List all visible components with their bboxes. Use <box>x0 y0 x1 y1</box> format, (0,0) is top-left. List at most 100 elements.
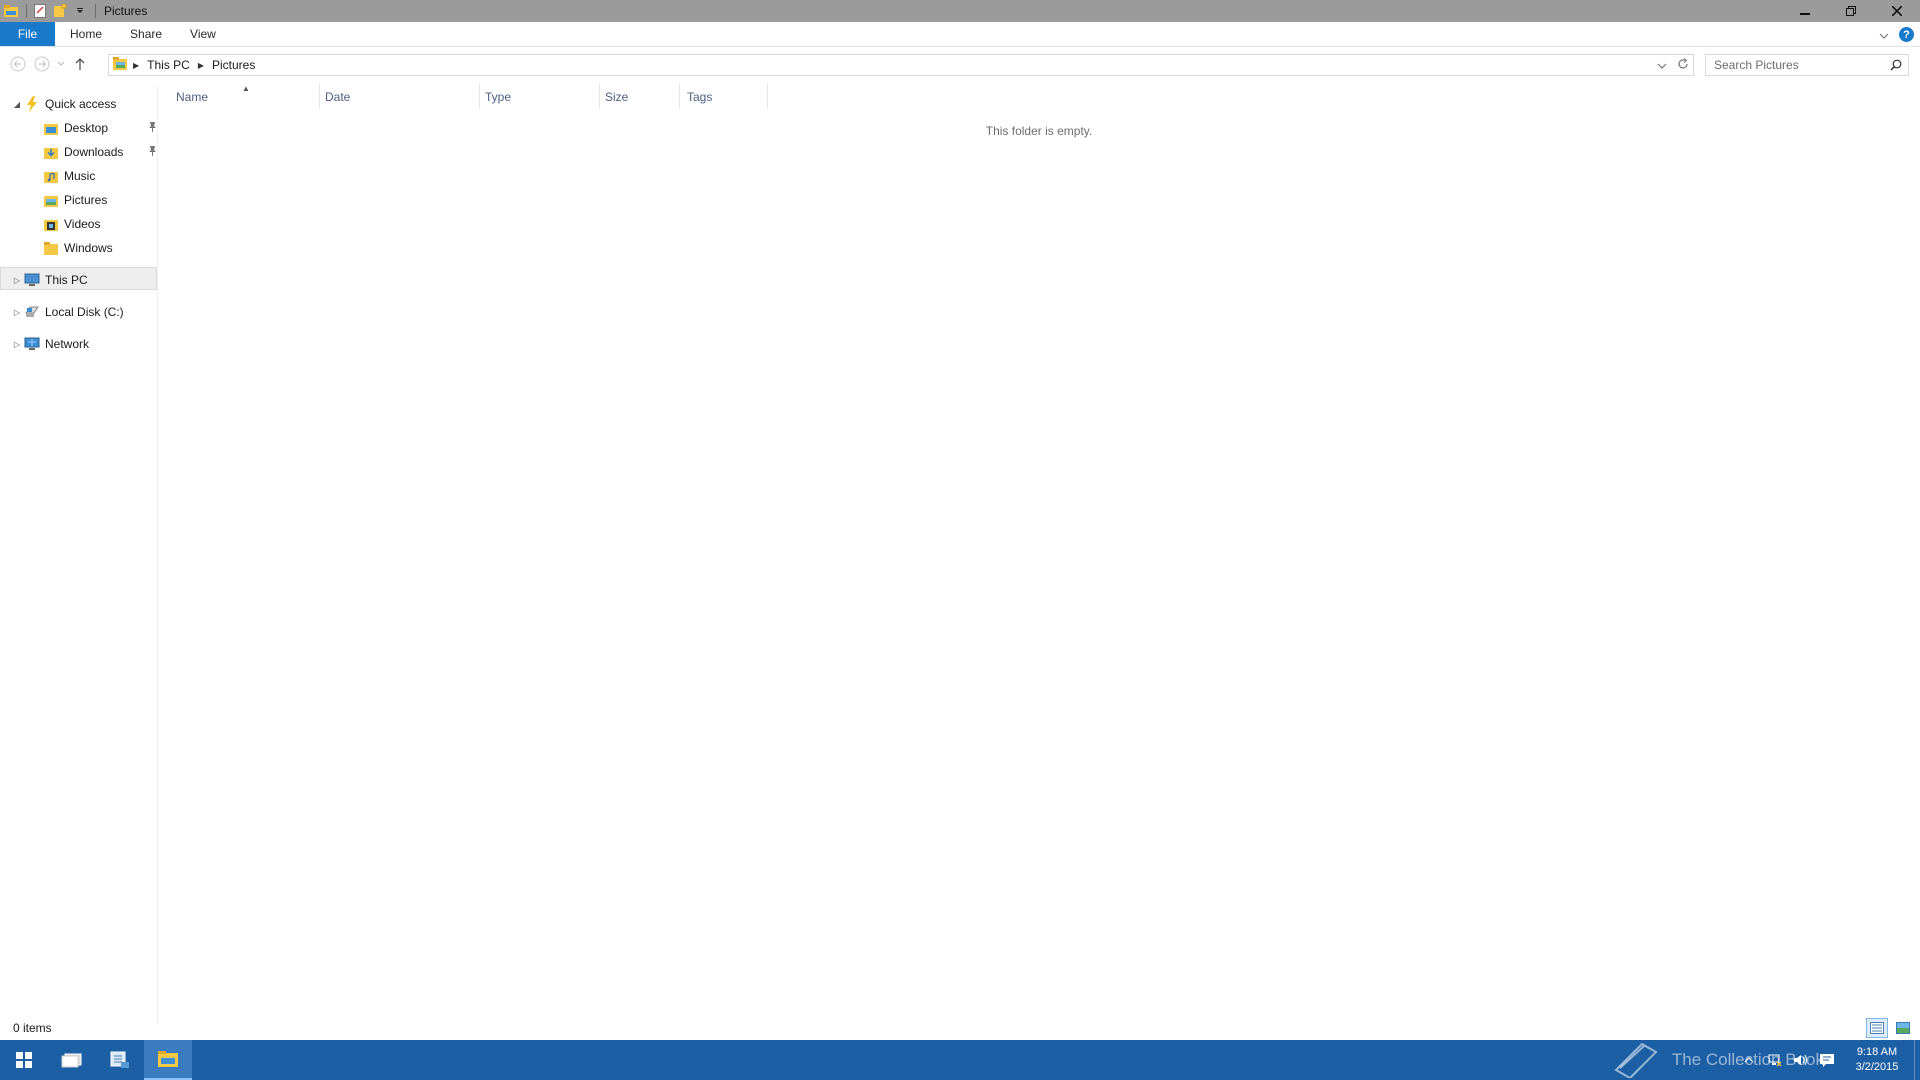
recent-locations-chevron-icon[interactable] <box>54 52 68 76</box>
navigation-pane: ◢ Quick access Desktop Downloads Music P… <box>0 86 158 1024</box>
column-headers: ▲ Name Date Type Size Tags <box>160 84 768 109</box>
window-controls <box>1782 0 1920 22</box>
tree-this-pc[interactable]: ▷ This PC <box>10 268 88 292</box>
column-header-size[interactable]: Size <box>600 84 680 109</box>
expand-icon[interactable]: ▷ <box>10 340 24 349</box>
expand-icon[interactable]: ▷ <box>10 276 24 285</box>
file-explorer-taskbar-button[interactable] <box>144 1040 192 1080</box>
tree-label: Network <box>45 337 90 351</box>
tab-home[interactable]: Home <box>55 22 116 46</box>
computer-icon <box>24 272 40 288</box>
pictures-folder-icon <box>43 192 59 208</box>
expand-ribbon-icon[interactable] <box>1879 28 1889 42</box>
tree-label: Downloads <box>64 145 124 159</box>
tree-label: Windows <box>64 241 113 255</box>
watermark-book-icon <box>1610 1038 1662 1080</box>
tree-network[interactable]: ▷ Network <box>10 332 89 356</box>
action-center-icon[interactable] <box>1814 1040 1840 1080</box>
system-tray: 9:18 AM 3/2/2015 <box>1736 1040 1920 1080</box>
empty-folder-message: This folder is empty. <box>985 124 1093 138</box>
volume-icon[interactable] <box>1788 1040 1814 1080</box>
show-desktop-button[interactable] <box>1914 1040 1920 1080</box>
search-icon[interactable] <box>1890 59 1902 74</box>
close-button[interactable] <box>1874 0 1920 22</box>
view-switcher <box>1866 1018 1914 1038</box>
navigation-bar: ▶ This PC ▶ Pictures <box>0 48 1920 80</box>
task-view-button[interactable] <box>48 1040 96 1080</box>
breadcrumb-arrow-icon[interactable]: ▶ <box>198 61 204 70</box>
address-bar-controls <box>1657 55 1689 75</box>
address-bar[interactable]: ▶ This PC ▶ Pictures <box>108 54 1694 76</box>
column-header-tags[interactable]: Tags <box>680 84 768 109</box>
column-label: Name <box>176 89 209 104</box>
breadcrumb-pictures[interactable]: Pictures <box>212 58 255 72</box>
up-button[interactable] <box>68 52 92 76</box>
tree-item-windows[interactable]: Windows <box>43 236 113 260</box>
tree-item-pictures[interactable]: Pictures <box>43 188 107 212</box>
ribbon-tabs: File Home Share View ? <box>0 22 1920 47</box>
help-icon[interactable]: ? <box>1899 27 1914 42</box>
tree-quick-access[interactable]: ◢ Quick access <box>10 92 116 116</box>
details-view-button[interactable] <box>1866 1018 1888 1038</box>
tree-label: Videos <box>64 217 101 231</box>
refresh-icon[interactable] <box>1677 57 1689 73</box>
column-label: Size <box>605 89 629 104</box>
tree-label: Quick access <box>45 97 117 111</box>
minimize-button[interactable] <box>1782 0 1828 22</box>
breadcrumb-arrow-icon[interactable]: ▶ <box>133 61 139 70</box>
collapse-icon[interactable]: ◢ <box>10 100 24 109</box>
tab-file[interactable]: File <box>0 22 55 46</box>
taskbar-clock[interactable]: 9:18 AM 3/2/2015 <box>1840 1045 1914 1075</box>
tree-label: Music <box>64 169 96 183</box>
large-icons-view-button[interactable] <box>1892 1018 1914 1038</box>
item-count: 0 items <box>13 1021 52 1035</box>
column-header-type[interactable]: Type <box>480 84 600 109</box>
tree-item-music[interactable]: Music <box>43 164 95 188</box>
column-label: Type <box>485 89 512 104</box>
tab-view[interactable]: View <box>176 22 230 46</box>
tree-item-downloads[interactable]: Downloads <box>43 140 158 164</box>
tree-label: This PC <box>45 273 88 287</box>
tree-label: Local Disk (C:) <box>45 305 124 319</box>
column-label: Date <box>325 89 351 104</box>
clock-time: 9:18 AM <box>1856 1046 1898 1058</box>
tree-item-videos[interactable]: Videos <box>43 212 100 236</box>
explorer-app-icon[interactable] <box>2 2 20 20</box>
toolbar-separator <box>26 4 27 18</box>
status-bar: 0 items <box>0 1016 1920 1040</box>
show-hidden-icons-chevron-icon[interactable] <box>1736 1040 1762 1080</box>
start-button[interactable] <box>0 1040 48 1080</box>
quick-access-star-icon <box>24 96 40 112</box>
tree-local-disk[interactable]: ▷ Local Disk (C:) <box>10 300 124 324</box>
column-label: Tags <box>687 89 713 104</box>
back-button[interactable] <box>6 52 30 76</box>
search-input[interactable] <box>1714 58 1884 72</box>
customize-toolbar-dropdown-icon[interactable] <box>71 2 89 20</box>
address-history-chevron-icon[interactable] <box>1657 58 1667 72</box>
expand-icon[interactable]: ▷ <box>10 308 24 317</box>
folder-icon <box>43 240 59 256</box>
sort-ascending-icon: ▲ <box>242 84 250 93</box>
downloads-folder-icon <box>43 144 59 160</box>
column-header-date[interactable]: Date <box>320 84 480 109</box>
taskbar: The Collection Book 9:18 AM 3/2/2015 <box>0 1040 1920 1080</box>
new-folder-icon[interactable] <box>51 2 69 20</box>
clock-date: 3/2/2015 <box>1855 1061 1899 1073</box>
videos-folder-icon <box>43 216 59 232</box>
pin-icon[interactable] <box>146 145 158 160</box>
server-manager-button[interactable] <box>96 1040 144 1080</box>
network-status-icon[interactable] <box>1762 1040 1788 1080</box>
forward-button[interactable] <box>30 52 54 76</box>
properties-icon[interactable] <box>31 2 49 20</box>
title-bar: Pictures <box>0 0 1920 22</box>
window-title: Pictures <box>104 4 148 18</box>
quick-access-toolbar <box>0 0 100 22</box>
ribbon-right-controls: ? <box>1879 22 1914 47</box>
drive-icon <box>24 304 40 320</box>
tab-share[interactable]: Share <box>116 22 176 46</box>
breadcrumb-this-pc[interactable]: This PC <box>147 58 190 72</box>
tree-label: Pictures <box>64 193 108 207</box>
restore-button[interactable] <box>1828 0 1874 22</box>
search-box[interactable] <box>1705 54 1909 76</box>
column-header-name[interactable]: ▲ Name <box>160 84 320 109</box>
